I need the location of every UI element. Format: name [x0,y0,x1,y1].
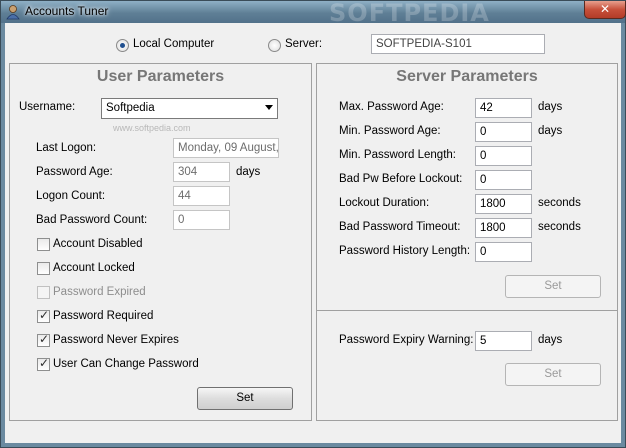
password-expiry-warning-label: Password Expiry Warning: [339,334,474,346]
min-password-length-input[interactable]: 0 [475,146,532,166]
min-password-age-input[interactable]: 0 [475,122,532,142]
min-password-age-label: Min. Password Age: [339,125,441,137]
local-computer-radio[interactable] [116,39,129,52]
server-parameters-title: Server Parameters [396,68,538,85]
last-logon-label: Last Logon: [36,142,97,154]
expiry-set-button[interactable]: Set [505,363,601,386]
user-can-change-password-label[interactable]: User Can Change Password [53,358,199,370]
title-bar[interactable]: Accounts Tuner SOFTPEDIA ✕ [1,0,626,27]
server-set-button[interactable]: Set [505,275,601,298]
min-password-age-unit: days [538,125,563,137]
close-icon: ✕ [599,2,611,16]
expiry-warning-group: Password Expiry Warning: 5 days Set [316,310,618,421]
password-expired-checkbox [37,286,50,299]
username-dropdown[interactable]: Softpedia [101,98,278,119]
min-password-length-label: Min. Password Length: [339,149,456,161]
password-expiry-warning-unit: days [538,334,563,346]
user-parameters-group: User Parameters Username: Softpedia www.… [9,63,312,421]
bad-pw-before-lockout-label: Bad Pw Before Lockout: [339,173,463,185]
app-window: Accounts Tuner SOFTPEDIA ✕ Local Compute… [0,0,626,448]
password-required-label[interactable]: Password Required [53,310,153,322]
password-expiry-warning-input[interactable]: 5 [475,331,532,351]
account-locked-checkbox[interactable] [37,262,50,275]
password-history-length-input[interactable]: 0 [475,242,532,262]
server-radio[interactable] [268,39,281,52]
password-age-unit: days [236,166,261,178]
password-never-expires-checkbox[interactable] [37,332,50,347]
password-age-label: Password Age: [36,166,113,178]
logon-count-label: Logon Count: [36,190,106,202]
combo-watermark: www.softpedia.com [113,123,191,133]
username-label: Username: [19,101,76,113]
client-area: Local Computer Server: SOFTPEDIA-S101 Us… [5,23,621,443]
bad-password-count-label: Bad Password Count: [36,214,148,226]
account-locked-label[interactable]: Account Locked [53,262,135,274]
chevron-down-icon[interactable] [265,105,273,110]
user-can-change-password-checkbox[interactable] [37,356,50,371]
account-disabled-label[interactable]: Account Disabled [53,238,143,250]
lockout-duration-input[interactable]: 1800 [475,194,532,214]
username-value: Softpedia [106,102,155,114]
close-button[interactable]: ✕ [584,1,626,19]
user-set-button[interactable]: Set [197,387,293,410]
window-title: Accounts Tuner [25,4,109,18]
max-password-age-input[interactable]: 42 [475,98,532,118]
password-never-expires-label[interactable]: Password Never Expires [53,334,179,346]
password-required-checkbox[interactable] [37,308,50,323]
bad-pw-before-lockout-input[interactable]: 0 [475,170,532,190]
lockout-duration-label: Lockout Duration: [339,197,430,209]
local-computer-label[interactable]: Local Computer [133,38,214,50]
bad-password-timeout-unit: seconds [538,221,581,233]
last-logon-field: Monday, 09 August, [173,138,279,158]
password-expired-label: Password Expired [53,286,146,298]
lockout-duration-unit: seconds [538,197,581,209]
user-parameters-title: User Parameters [96,68,225,85]
password-age-field: 304 [173,162,230,182]
password-history-length-label: Password History Length: [339,245,471,257]
server-name-input[interactable]: SOFTPEDIA-S101 [371,34,545,54]
bad-password-timeout-input[interactable]: 1800 [475,218,532,238]
bad-password-timeout-label: Bad Password Timeout: [339,221,461,233]
max-password-age-unit: days [538,101,563,113]
account-disabled-checkbox[interactable] [37,238,50,251]
app-icon [6,5,20,20]
max-password-age-label: Max. Password Age: [339,101,444,113]
bad-password-count-field: 0 [173,210,230,230]
server-label[interactable]: Server: [285,38,322,50]
logon-count-field: 44 [173,186,230,206]
server-parameters-group: Server Parameters Max. Password Age: 42 … [316,63,618,311]
